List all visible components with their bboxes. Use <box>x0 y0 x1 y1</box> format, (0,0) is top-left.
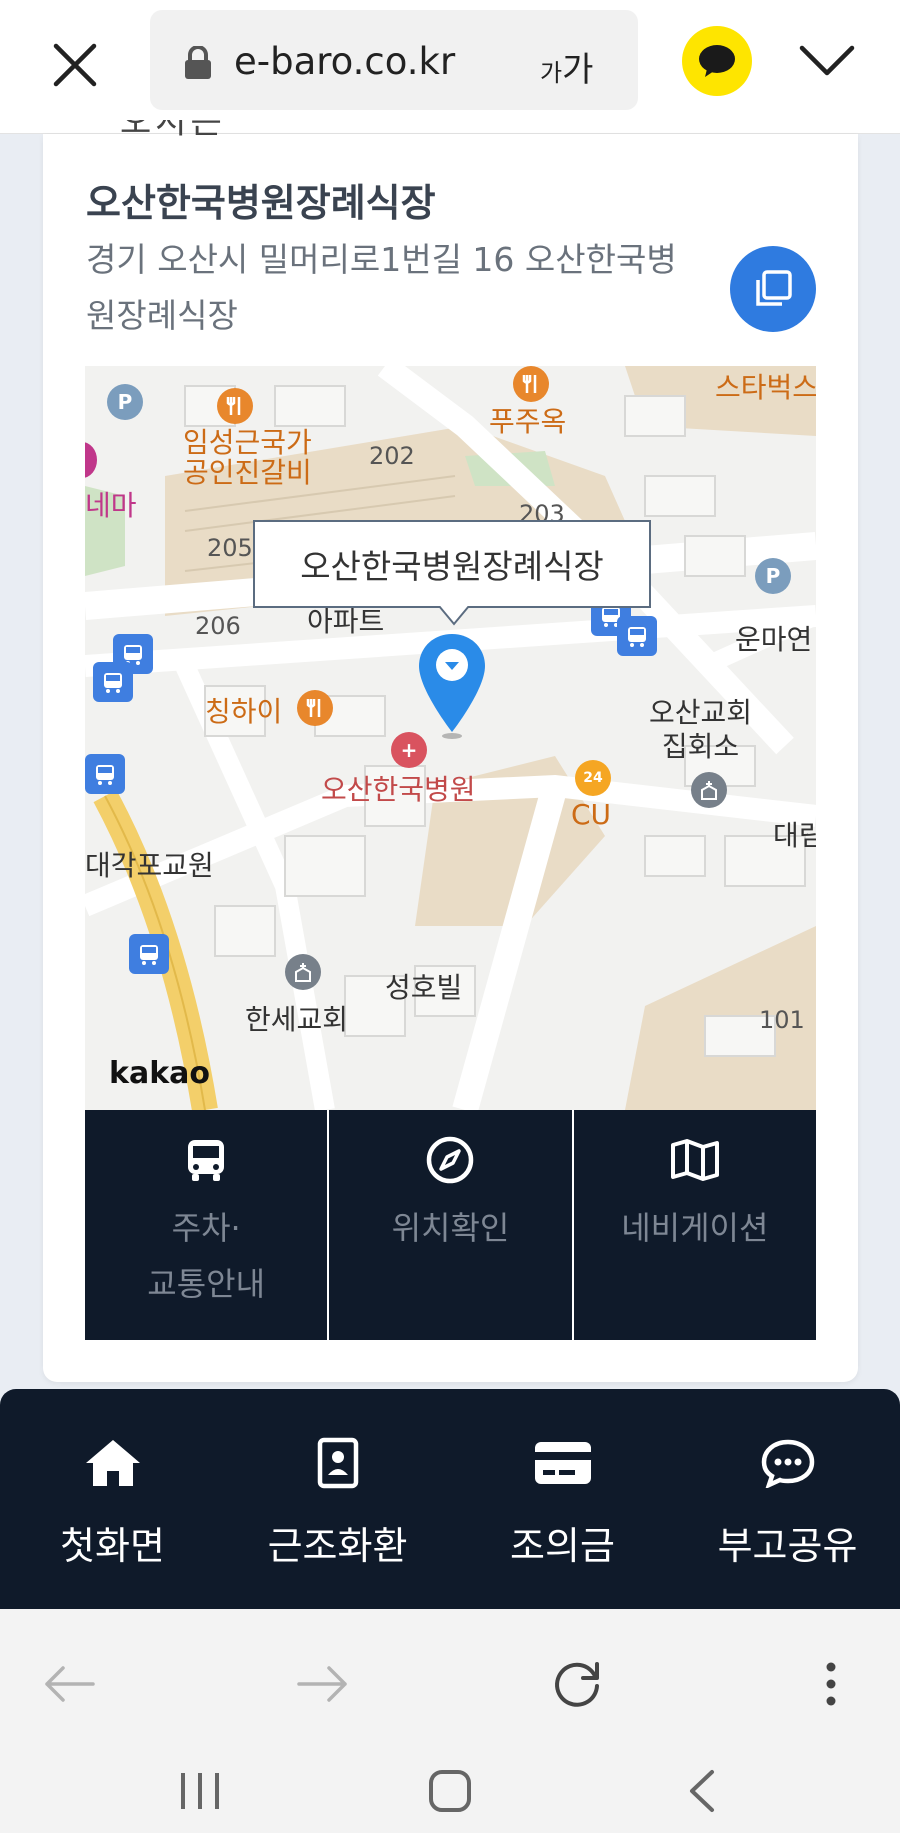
bus-stop-icon[interactable] <box>93 662 133 702</box>
map-label-building-205: 205 <box>207 534 253 562</box>
copy-address-button[interactable] <box>730 246 816 332</box>
text-size-button[interactable]: 가가 <box>540 42 593 91</box>
more-vertical-icon <box>826 1662 836 1706</box>
compass-icon <box>427 1136 474 1184</box>
map-label-hospital: 오산한국병원 <box>321 773 476 806</box>
expand-menu-button[interactable] <box>796 34 858 88</box>
url-text: e-baro.co.kr <box>234 40 456 83</box>
lock-icon <box>185 46 211 79</box>
church-icon[interactable] <box>691 772 727 808</box>
kakao-share-button[interactable] <box>682 26 752 96</box>
nav-label: 근조화환 <box>267 1524 408 1568</box>
map-label-seongho: 성호빌 <box>385 971 463 1004</box>
map-label-unma: 운마연 <box>735 623 813 656</box>
map-actions: 주차· 교통안내 위치확인 네비게이션 <box>85 1110 816 1340</box>
map-label-daegak: 대각포교원 <box>85 849 214 882</box>
forward-button[interactable] <box>288 1649 358 1719</box>
browser-toolbar <box>0 1609 900 1749</box>
back-button[interactable] <box>34 1649 104 1719</box>
map-label-building-202: 202 <box>369 442 415 470</box>
map-label-starbucks: 스타벅스 <box>715 371 816 404</box>
reload-button[interactable] <box>542 1649 612 1719</box>
check-location-button[interactable]: 위치확인 <box>329 1110 574 1340</box>
map-icon <box>670 1139 719 1181</box>
restaurant-icon[interactable] <box>297 690 333 726</box>
map-label-hanse: 한세교회 <box>245 1003 349 1036</box>
convenience-store-icon[interactable]: 24 <box>575 760 611 796</box>
chevron-left-icon <box>690 1770 714 1812</box>
map-label-building-101: 101 <box>759 1006 805 1034</box>
section-heading-cut: 오시는 길 <box>120 120 270 136</box>
map-provider-logo: kakao <box>109 1056 211 1091</box>
browser-top-bar: e-baro.co.kr 가가 <box>0 0 900 134</box>
nav-label: 조의금 <box>510 1524 615 1568</box>
nav-condolence-money[interactable]: 조의금 <box>450 1389 675 1609</box>
action-label: 위치확인 <box>391 1209 510 1247</box>
church-icon[interactable] <box>285 954 321 990</box>
more-options-button[interactable] <box>796 1649 866 1719</box>
recent-apps-icon <box>181 1773 219 1809</box>
nav-share-obituary[interactable]: 부고공유 <box>675 1389 900 1609</box>
callout-pointer <box>439 606 469 626</box>
kakao-talk-icon <box>699 45 735 77</box>
arrow-left-icon <box>45 1666 95 1702</box>
bus-stop-icon[interactable] <box>617 616 657 656</box>
map-label-restaurant: 임성근국가 공인진갈비 <box>183 426 312 489</box>
bus-icon <box>188 1140 225 1181</box>
map-label-church-hall: 오산교회 집회소 <box>649 696 753 763</box>
map-label-cu: CU <box>571 798 612 831</box>
venue-name: 오산한국병원장례식장 <box>86 181 436 225</box>
credit-card-icon <box>534 1442 591 1484</box>
parking-transit-button[interactable]: 주차· 교통안내 <box>85 1110 330 1340</box>
reload-icon <box>555 1662 599 1707</box>
location-map[interactable]: P P + 24 스타벅스 푸주옥 임성근국가 공인진갈비 네마 202 203… <box>85 366 816 1110</box>
home-icon <box>85 1440 140 1486</box>
action-label: 네비게이션 <box>621 1209 769 1247</box>
text-size-large: 가 <box>562 50 594 90</box>
contact-card-icon <box>317 1437 358 1489</box>
bus-stop-icon[interactable] <box>85 754 125 794</box>
navigation-button[interactable]: 네비게이션 <box>574 1110 816 1340</box>
parking-icon[interactable]: P <box>755 558 791 594</box>
copy-icon <box>756 270 792 306</box>
map-label-daeri: 대림 <box>773 819 816 852</box>
address-bar[interactable]: e-baro.co.kr 가가 <box>150 10 638 110</box>
text-size-small: 가 <box>540 59 563 87</box>
close-tab-button[interactable] <box>40 30 110 100</box>
nav-label: 첫화면 <box>60 1524 165 1568</box>
bus-stop-icon[interactable] <box>129 934 169 974</box>
parking-icon[interactable]: P <box>107 384 143 420</box>
chevron-down-icon <box>799 45 855 76</box>
nav-wreath[interactable]: 근조화환 <box>225 1389 450 1609</box>
venue-address: 경기 오산시 밀머리로1번길 16 오산한국병원장례식장 <box>86 240 677 335</box>
restaurant-icon[interactable] <box>513 366 549 402</box>
chat-bubble-icon <box>761 1439 814 1488</box>
close-icon <box>53 43 97 87</box>
map-callout[interactable]: 오산한국병원장례식장 <box>253 520 651 608</box>
location-pin-icon[interactable] <box>417 632 487 742</box>
map-label-cinema: 네마 <box>85 489 137 522</box>
system-navigation <box>0 1749 900 1833</box>
map-label-building-206: 206 <box>195 612 241 640</box>
action-label: 주차· 교통안내 <box>147 1209 266 1303</box>
system-back-button[interactable] <box>662 1761 742 1821</box>
restaurant-icon[interactable] <box>217 388 253 424</box>
arrow-right-icon <box>297 1666 347 1702</box>
recent-apps-button[interactable] <box>160 1761 240 1821</box>
map-label-pujuok: 푸주옥 <box>489 405 567 438</box>
nav-label: 부고공유 <box>717 1524 858 1568</box>
map-label-chinghai: 칭하이 <box>205 695 283 728</box>
home-square-icon <box>429 1770 471 1812</box>
bottom-nav: 첫화면 근조화환 조의금 부고공유 <box>0 1389 900 1609</box>
home-system-button[interactable] <box>410 1761 490 1821</box>
nav-home[interactable]: 첫화면 <box>0 1389 225 1609</box>
